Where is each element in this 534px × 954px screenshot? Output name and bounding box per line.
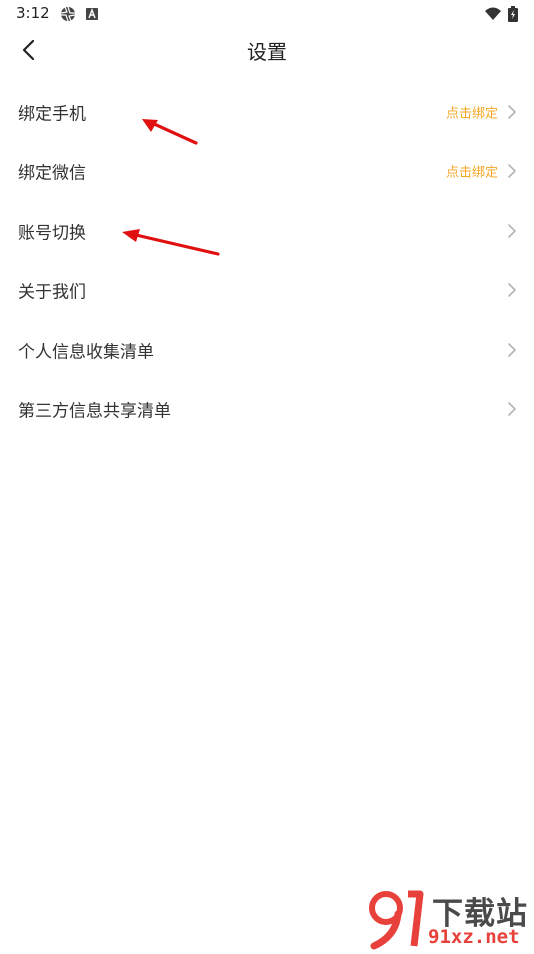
bind-action-text: 点击绑定 bbox=[445, 165, 498, 181]
chevron-right-icon bbox=[508, 223, 516, 238]
menu-item-label: 绑定微信 bbox=[18, 163, 86, 184]
page-title: 设置 bbox=[247, 40, 287, 64]
menu-item-switch-account[interactable]: 账号切换 bbox=[0, 201, 534, 261]
settings-menu: 绑定手机 点击绑定 绑定微信 点击绑定 账号切换 关于我们 个人信息收集清单 第… bbox=[0, 82, 534, 439]
menu-item-label: 第三方信息共享清单 bbox=[18, 401, 171, 422]
menu-item-label: 账号切换 bbox=[18, 223, 86, 244]
chevron-right-icon bbox=[508, 164, 516, 179]
chevron-right-icon bbox=[508, 104, 516, 119]
menu-item-about-us[interactable]: 关于我们 bbox=[0, 261, 534, 321]
battery-charging-icon bbox=[508, 6, 518, 22]
menu-item-bind-phone[interactable]: 绑定手机 点击绑定 bbox=[0, 82, 534, 142]
wifi-icon bbox=[484, 6, 502, 22]
a-box-icon bbox=[84, 6, 100, 22]
watermark: 下载站 91xz.net bbox=[362, 888, 534, 950]
menu-item-label: 绑定手机 bbox=[18, 104, 86, 125]
status-time: 3:12 bbox=[16, 4, 50, 22]
menu-item-label: 个人信息收集清单 bbox=[18, 342, 154, 363]
chevron-right-icon bbox=[508, 283, 516, 298]
watermark-domain-text: 91xz.net bbox=[428, 926, 520, 948]
chevron-right-icon bbox=[508, 342, 516, 357]
menu-item-third-party-sharing-list[interactable]: 第三方信息共享清单 bbox=[0, 380, 534, 440]
bind-action-text: 点击绑定 bbox=[445, 106, 498, 122]
chevron-right-icon bbox=[508, 402, 516, 417]
menu-item-label: 关于我们 bbox=[18, 282, 86, 303]
aperture-icon bbox=[60, 6, 76, 22]
status-bar: 3:12 bbox=[0, 0, 534, 28]
menu-item-bind-wechat[interactable]: 绑定微信 点击绑定 bbox=[0, 142, 534, 202]
header: 设置 bbox=[0, 28, 534, 72]
menu-item-personal-info-list[interactable]: 个人信息收集清单 bbox=[0, 320, 534, 380]
